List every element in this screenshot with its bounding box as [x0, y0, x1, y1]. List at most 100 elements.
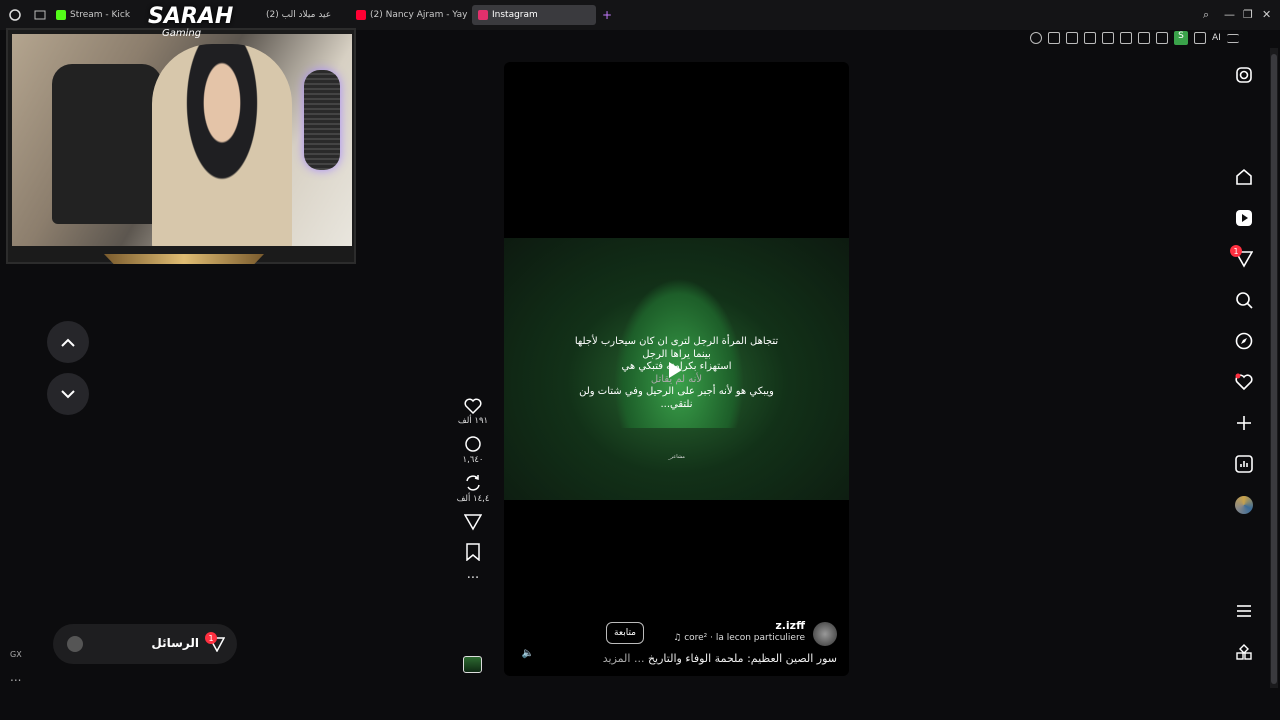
- repost-icon: [466, 475, 480, 491]
- like-action[interactable]: ١٩١ ألف: [452, 398, 494, 426]
- heart-icon: [464, 398, 482, 414]
- close-icon[interactable]: ✕: [1262, 8, 1271, 21]
- more-icon: ···: [466, 571, 480, 586]
- chevron-down-icon: [61, 389, 75, 398]
- tab-label: (2) عيد ميلاد الب: [266, 10, 332, 20]
- volume-icon[interactable]: 🔈: [520, 648, 536, 664]
- tab-birthday[interactable]: (2) عيد ميلاد الب: [260, 5, 345, 25]
- easy-setup-icon[interactable]: [1226, 33, 1239, 43]
- sidebar-more-icon[interactable]: ...: [10, 670, 21, 684]
- comment-action[interactable]: ١,٦٤٠: [452, 435, 494, 465]
- tab-kick[interactable]: Stream - Kick: [50, 5, 140, 25]
- browser-toolbar: S AI: [1030, 30, 1239, 46]
- home-icon[interactable]: [1230, 163, 1258, 191]
- opera-menu-icon[interactable]: [0, 9, 30, 21]
- music-info[interactable]: ♫ core² · la lecon particuliere: [673, 633, 805, 643]
- scrollbar[interactable]: [1270, 48, 1278, 688]
- caption-line: بينما يراها الرجل: [642, 348, 711, 360]
- gx-corner-label[interactable]: GX: [10, 650, 22, 659]
- music-note-icon: ♫: [673, 633, 685, 643]
- tab-switcher-icon[interactable]: [30, 10, 50, 20]
- notifications-icon[interactable]: [1230, 368, 1258, 396]
- more-options-action[interactable]: ···: [452, 572, 494, 585]
- music-title: core² · la lecon particuliere: [684, 633, 805, 643]
- caption-line: تتجاهل المرأة الرجل لترى ان كان سيحارب ل…: [574, 336, 779, 347]
- extensions-icon[interactable]: [1156, 32, 1168, 44]
- reel-description[interactable]: سور الصين العظيم: ملحمة الوفاء والتاريخ …: [603, 652, 837, 665]
- tab-label: Stream - Kick: [70, 10, 131, 20]
- messages-avatar: [67, 636, 83, 652]
- notification-badge: 1: [1230, 245, 1242, 257]
- new-tab-button[interactable]: +: [596, 5, 618, 25]
- tab-label: Instagram: [492, 10, 538, 20]
- stream-logo-sub: Gaming: [162, 28, 202, 39]
- restore-icon[interactable]: ❐: [1243, 8, 1253, 21]
- frame-accent: [104, 254, 264, 264]
- ai-button[interactable]: AI: [1212, 33, 1221, 43]
- streamer: [152, 44, 292, 246]
- play-icon[interactable]: [669, 362, 682, 378]
- audio-thumbnail[interactable]: [463, 656, 482, 673]
- comment-icon: [465, 436, 481, 452]
- minimize-icon[interactable]: —: [1224, 8, 1235, 21]
- reels-icon[interactable]: [1230, 204, 1258, 232]
- share-action[interactable]: [452, 513, 494, 531]
- shield-icon[interactable]: [1084, 32, 1096, 44]
- instagram-sidebar: 1: [1230, 61, 1258, 666]
- tab-youtube[interactable]: (2) Nancy Ajram - Yay Se: [350, 5, 468, 25]
- reel-actions: ١٩١ ألف ١,٦٤٠ ١٤,٤ ألف ···: [452, 398, 494, 592]
- heart-icon[interactable]: [1138, 32, 1150, 44]
- description-text: سور الصين العظيم: ملحمة الوفاء والتاريخ: [647, 652, 837, 665]
- follow-button[interactable]: متابعة: [606, 622, 644, 644]
- reel-scene: تتجاهل المرأة الرجل لترى ان كان سيحارب ل…: [504, 238, 849, 500]
- youtube-icon: [356, 10, 366, 20]
- reel-video[interactable]: تتجاهل المرأة الرجل لترى ان كان سيحارب ل…: [504, 62, 849, 676]
- reel-watermark: _مشاعر: [668, 454, 685, 460]
- tab-instagram[interactable]: Instagram: [472, 5, 596, 25]
- webcam-video: [12, 34, 352, 246]
- direct-messages-icon[interactable]: 1: [1230, 245, 1258, 273]
- search-icon[interactable]: [1230, 286, 1258, 314]
- send-icon[interactable]: [1120, 32, 1132, 44]
- caption-line: ويبكي هو لأنه أجبر على الرحيل وفي شتات و…: [579, 386, 774, 397]
- instagram-icon: [478, 10, 488, 20]
- zoom-icon[interactable]: [1030, 32, 1042, 44]
- bookmark-icon[interactable]: [1048, 32, 1060, 44]
- create-icon[interactable]: [1230, 409, 1258, 437]
- bookmark-icon: [466, 543, 480, 561]
- kick-icon: [56, 10, 66, 20]
- user-avatar[interactable]: [813, 622, 837, 646]
- previous-reel-button[interactable]: [47, 321, 89, 363]
- explore-icon[interactable]: [1230, 327, 1258, 355]
- caption-line: نلتقي...: [660, 398, 693, 410]
- messages-label: الرسائل: [151, 636, 199, 650]
- also-from-meta-icon[interactable]: [1230, 638, 1258, 666]
- gaming-chair: [52, 64, 162, 224]
- stream-logo: SARAH: [148, 4, 234, 29]
- translate-icon[interactable]: [1102, 32, 1114, 44]
- snapshot-icon[interactable]: [1066, 32, 1078, 44]
- repost-count: ١٤,٤ ألف: [456, 494, 490, 504]
- profile-icon[interactable]: S: [1174, 31, 1188, 45]
- repost-action[interactable]: ١٤,٤ ألف: [452, 474, 494, 504]
- send-icon: [464, 514, 482, 531]
- tab-label: (2) Nancy Ajram - Yay Se: [370, 10, 468, 20]
- more-link[interactable]: ... المزيد: [603, 652, 645, 665]
- profile-avatar[interactable]: [1230, 491, 1258, 519]
- instagram-logo-icon[interactable]: [1230, 61, 1258, 89]
- next-reel-button[interactable]: [47, 373, 89, 415]
- search-icon[interactable]: ⌕: [1203, 8, 1209, 22]
- dashboard-icon[interactable]: [1230, 450, 1258, 478]
- chevron-up-icon: [61, 338, 75, 347]
- save-action[interactable]: [452, 543, 494, 561]
- menu-icon[interactable]: [1230, 597, 1258, 625]
- download-icon[interactable]: [1194, 32, 1206, 44]
- username[interactable]: z.izff: [775, 619, 805, 632]
- webcam-overlay: [6, 28, 356, 264]
- scrollbar-thumb[interactable]: [1271, 54, 1277, 684]
- comment-count: ١,٦٤٠: [462, 455, 484, 465]
- microphone: [304, 70, 340, 170]
- like-count: ١٩١ ألف: [457, 416, 489, 426]
- messages-bar[interactable]: الرسائل 1: [53, 624, 237, 664]
- messages-badge: 1: [205, 632, 217, 644]
